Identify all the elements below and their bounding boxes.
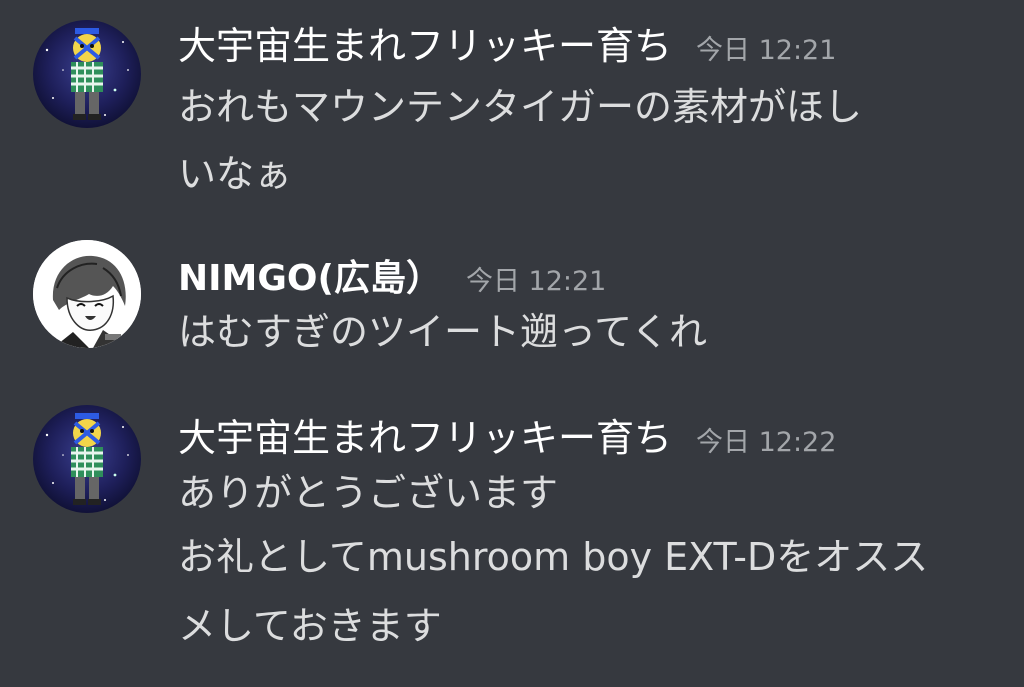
chat-message-list: 大宇宙生まれフリッキー育ち 今日 12:21 おれもマウンテンタイガーの素材がほ… [0, 0, 1024, 687]
message-text: おれもマウンテンタイガーの素材がほし [178, 85, 863, 129]
message-header: 大宇宙生まれフリッキー育ち 今日 12:22 [178, 416, 1004, 465]
galaxy-character-avatar-icon[interactable] [33, 405, 141, 513]
galaxy-character-avatar-icon[interactable] [33, 20, 141, 128]
message-text: ありがとうございます [178, 471, 559, 515]
timestamp[interactable]: 今日 12:21 [696, 29, 836, 73]
username[interactable]: 大宇宙生まれフリッキー育ち [178, 416, 672, 460]
message-text: メしておきます [178, 604, 442, 648]
message-header: NIMGO(広島） 今日 12:21 [178, 257, 1004, 304]
message-text: はむすぎのツイート遡ってくれ [178, 310, 707, 354]
username[interactable]: NIMGO(広島） [178, 257, 442, 301]
message-text: お礼としてmushroom boy EXT-Dをオスス [178, 535, 929, 579]
username[interactable]: 大宇宙生まれフリッキー育ち [178, 24, 672, 68]
timestamp[interactable]: 今日 12:22 [696, 421, 836, 465]
message-text: いなぁ [178, 152, 293, 196]
message-header: 大宇宙生まれフリッキー育ち 今日 12:21 [178, 24, 1004, 73]
anime-boy-avatar-icon[interactable] [33, 240, 141, 348]
timestamp[interactable]: 今日 12:21 [466, 260, 606, 304]
